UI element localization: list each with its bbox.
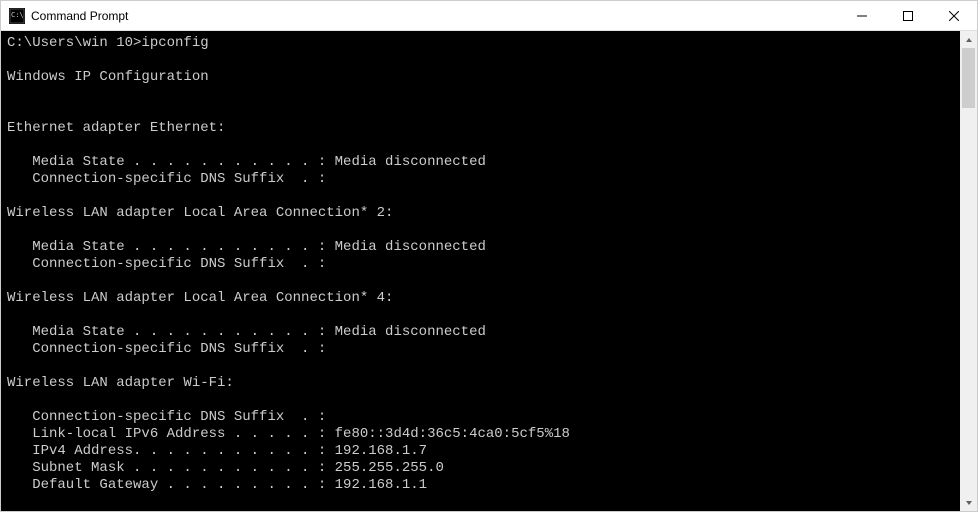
terminal-line [7,307,960,324]
terminal-line [7,358,960,375]
cmd-icon: C:\ [9,8,25,24]
terminal-line: Default Gateway . . . . . . . . . : 192.… [7,477,960,494]
terminal-line: Connection-specific DNS Suffix . : [7,171,960,188]
content-area: C:\Users\win 10>ipconfig Windows IP Conf… [1,31,977,511]
terminal-line: Link-local IPv6 Address . . . . . : fe80… [7,426,960,443]
vertical-scrollbar[interactable] [960,31,977,511]
terminal-line: Wireless LAN adapter Local Area Connecti… [7,205,960,222]
minimize-button[interactable] [839,1,885,30]
terminal-line [7,137,960,154]
terminal-line: Media State . . . . . . . . . . . : Medi… [7,239,960,256]
terminal-line [7,86,960,103]
scrollbar-track[interactable] [960,48,977,494]
terminal-line: Connection-specific DNS Suffix . : [7,409,960,426]
maximize-button[interactable] [885,1,931,30]
terminal-line [7,222,960,239]
svg-text:C:\: C:\ [11,11,24,19]
terminal-line: Connection-specific DNS Suffix . : [7,341,960,358]
terminal-line: Media State . . . . . . . . . . . : Medi… [7,324,960,341]
terminal-line: Connection-specific DNS Suffix . : [7,256,960,273]
window-title: Command Prompt [31,9,128,23]
terminal-line: Media State . . . . . . . . . . . : Medi… [7,154,960,171]
terminal-line [7,392,960,409]
terminal-line: Ethernet adapter Ethernet: [7,120,960,137]
window-frame: C:\ Command Prompt C:\Users\win 10>ipcon… [0,0,978,512]
terminal-line [7,273,960,290]
terminal-line [7,52,960,69]
terminal-line [7,188,960,205]
terminal-line [7,494,960,511]
terminal-line: Subnet Mask . . . . . . . . . . . : 255.… [7,460,960,477]
close-button[interactable] [931,1,977,30]
terminal-output[interactable]: C:\Users\win 10>ipconfig Windows IP Conf… [1,31,960,511]
terminal-line [7,103,960,120]
scroll-down-button[interactable] [960,494,977,511]
terminal-line: Wireless LAN adapter Wi-Fi: [7,375,960,392]
scrollbar-thumb[interactable] [962,48,975,108]
window-controls [839,1,977,30]
terminal-line: IPv4 Address. . . . . . . . . . . : 192.… [7,443,960,460]
terminal-line: Wireless LAN adapter Local Area Connecti… [7,290,960,307]
scroll-up-button[interactable] [960,31,977,48]
terminal-line: C:\Users\win 10>ipconfig [7,35,960,52]
terminal-line: Windows IP Configuration [7,69,960,86]
titlebar[interactable]: C:\ Command Prompt [1,1,977,31]
